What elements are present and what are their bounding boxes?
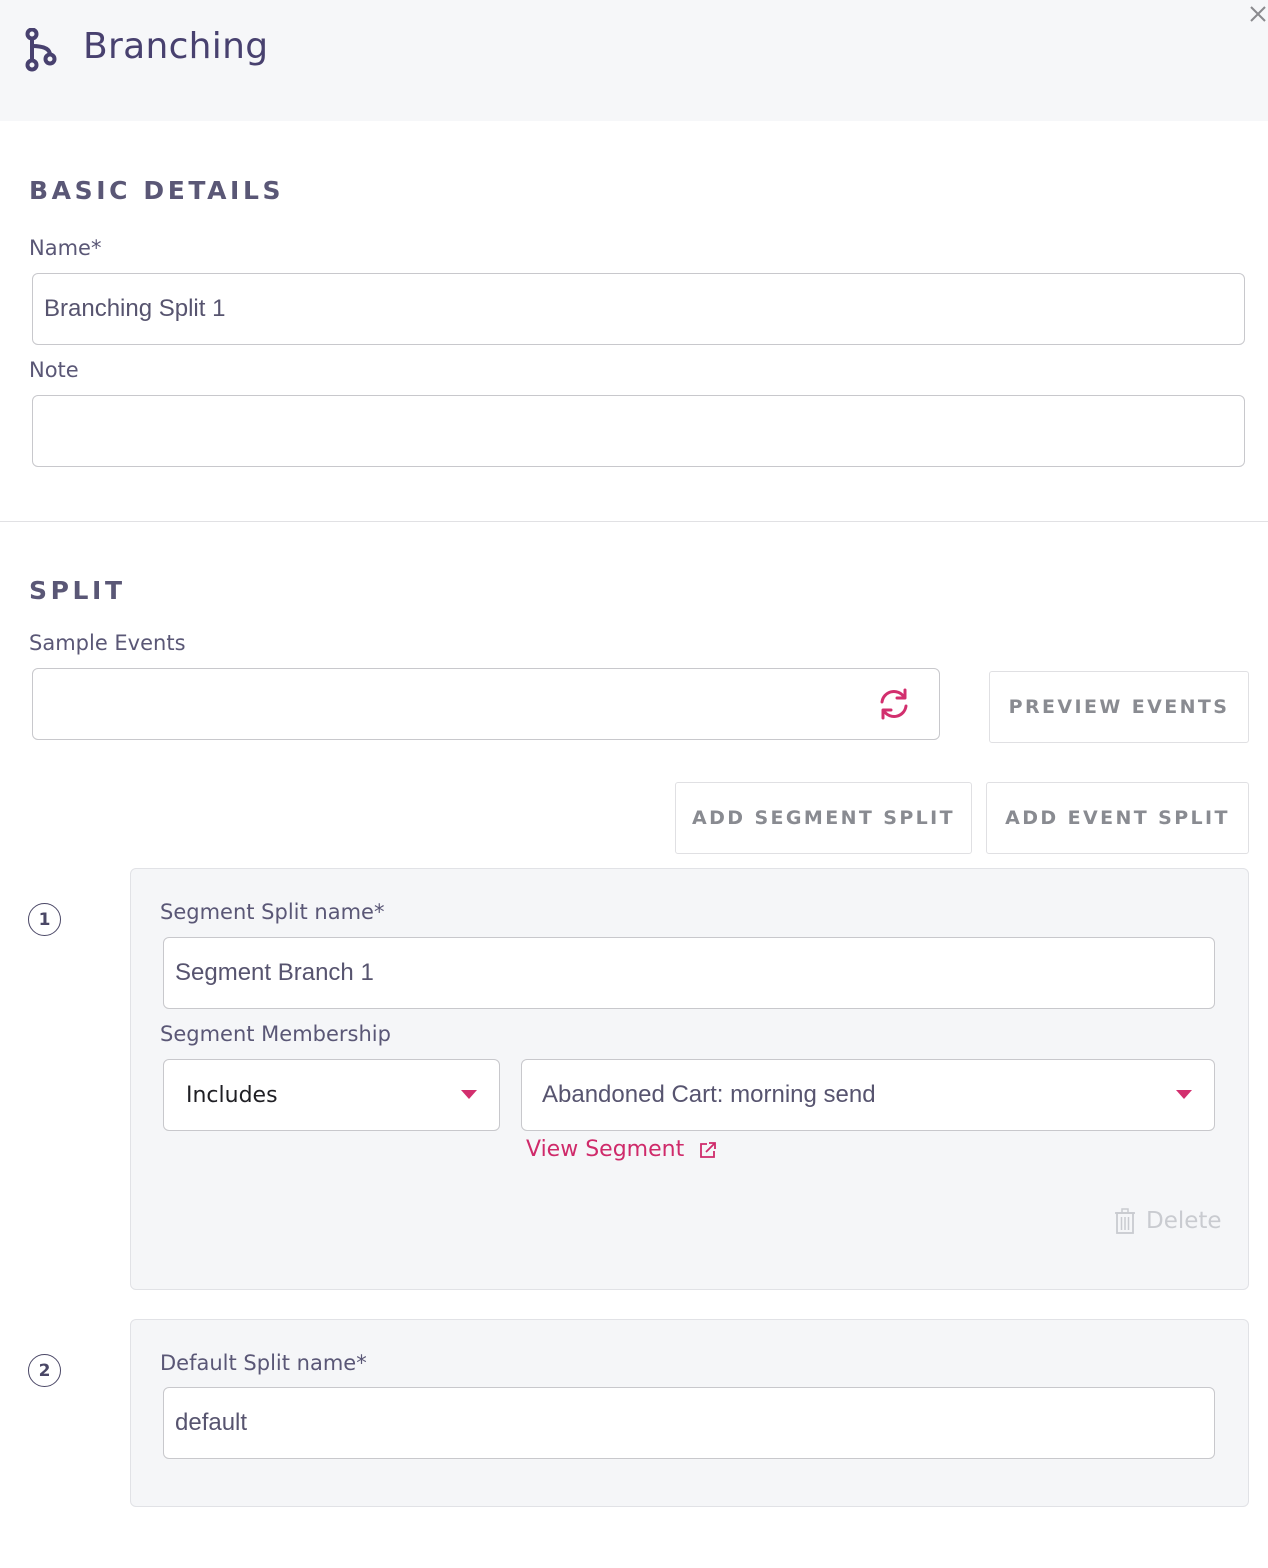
segment-membership-label: Segment Membership [160, 1022, 391, 1046]
modal-title: Branching [83, 26, 269, 67]
chevron-down-icon [1176, 1090, 1192, 1099]
sample-events-input[interactable] [32, 668, 940, 740]
basic-details-heading: BASIC DETAILS [29, 176, 285, 205]
view-segment-link[interactable]: View Segment [526, 1137, 718, 1162]
default-split-name-label: Default Split name* [160, 1351, 367, 1375]
segment-split-name-value: Segment Branch 1 [175, 959, 374, 986]
membership-operator-value: Includes [186, 1082, 278, 1108]
name-input[interactable]: Branching Split 1 [32, 273, 1245, 345]
view-segment-label: View Segment [526, 1137, 685, 1162]
split-number-badge: 2 [28, 1354, 61, 1387]
segment-select[interactable]: Abandoned Cart: morning send [521, 1059, 1215, 1131]
segment-select-value: Abandoned Cart: morning send [542, 1081, 876, 1108]
name-label: Name* [29, 236, 102, 260]
delete-split-button[interactable]: Delete [1114, 1208, 1222, 1234]
segment-split-name-label: Segment Split name* [160, 900, 385, 924]
refresh-icon[interactable] [877, 687, 911, 721]
trash-icon [1115, 1208, 1135, 1234]
default-split-name-input[interactable]: default [163, 1387, 1215, 1459]
external-link-icon [700, 1141, 717, 1158]
note-input[interactable] [32, 395, 1245, 467]
chevron-down-icon [461, 1090, 477, 1099]
modal-header: Branching [0, 0, 1268, 121]
membership-operator-select[interactable]: Includes [163, 1059, 500, 1131]
split-number-badge: 1 [28, 903, 61, 936]
section-divider [0, 521, 1268, 522]
delete-label: Delete [1146, 1208, 1222, 1234]
split-heading: SPLIT [29, 576, 126, 605]
segment-split-name-input[interactable]: Segment Branch 1 [163, 937, 1215, 1009]
default-split-name-value: default [175, 1409, 248, 1436]
preview-events-button[interactable]: PREVIEW EVENTS [989, 671, 1249, 743]
add-event-split-button[interactable]: ADD EVENT SPLIT [986, 782, 1249, 854]
add-segment-split-button[interactable]: ADD SEGMENT SPLIT [675, 782, 972, 854]
name-input-value: Branching Split 1 [44, 295, 226, 322]
close-icon[interactable] [1248, 4, 1268, 24]
branch-icon [25, 28, 57, 72]
note-label: Note [29, 358, 79, 382]
sample-events-label: Sample Events [29, 631, 186, 655]
